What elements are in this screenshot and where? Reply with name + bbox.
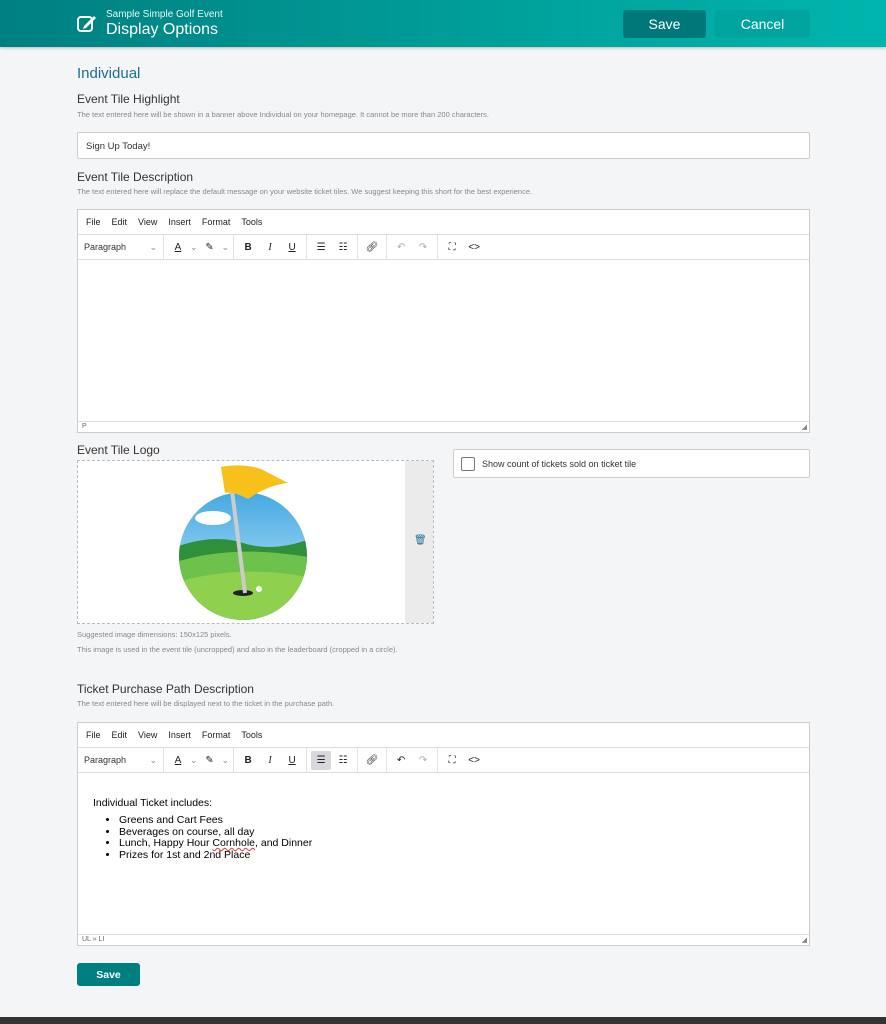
description-hint: The text entered here will replace the d… [77, 187, 533, 196]
chevron-down-icon: ⌄ [149, 241, 157, 252]
show-count-label: Show count of tickets sold on ticket til… [482, 458, 637, 469]
bullet-list-icon[interactable]: ☰ [311, 238, 331, 257]
element-path: UL » LI [82, 936, 105, 943]
logo-actions: 🗑︎ [405, 461, 433, 623]
list-item: Greens and Cart Fees [119, 814, 794, 827]
text-color-icon[interactable]: A [168, 238, 188, 257]
menu-view[interactable]: View [138, 730, 157, 740]
menu-file[interactable]: File [86, 217, 101, 227]
bold-icon[interactable]: B [238, 751, 258, 770]
purchase-hint: The text entered here will be displayed … [77, 699, 335, 708]
show-count-checkbox[interactable]: Show count of tickets sold on ticket til… [453, 449, 810, 478]
bullet-list-icon[interactable]: ☰ [311, 750, 332, 770]
highlight-color-icon[interactable]: ✎ [200, 751, 220, 770]
italic-icon[interactable]: I [260, 238, 280, 257]
menu-file[interactable]: File [86, 730, 101, 740]
menu-edit[interactable]: Edit [112, 730, 128, 740]
menu-format[interactable]: Format [202, 730, 231, 740]
purchase-editor[interactable]: File Edit View Insert Format Tools Paragraph ⌄… [77, 722, 810, 946]
bold-icon[interactable]: B [238, 238, 258, 257]
trash-icon[interactable]: 🗑︎ [414, 535, 427, 546]
save-button[interactable]: Save [623, 10, 706, 38]
edit-icon [77, 16, 96, 32]
highlight-color-icon[interactable]: ✎ [200, 238, 220, 257]
resize-handle[interactable]: ◢ [802, 423, 807, 431]
logo-label: Event Tile Logo [77, 443, 160, 457]
italic-icon[interactable]: I [260, 751, 280, 770]
menu-tools[interactable]: Tools [241, 730, 262, 740]
save-bottom-button[interactable]: Save [77, 963, 140, 986]
fullscreen-icon[interactable]: ⛶ [442, 238, 462, 257]
chevron-down-icon[interactable]: ⌄ [190, 755, 198, 766]
menu-insert[interactable]: Insert [168, 217, 191, 227]
menu-tools[interactable]: Tools [241, 217, 262, 227]
menu-insert[interactable]: Insert [168, 730, 191, 740]
highlight-input[interactable]: Sign Up Today! [77, 132, 810, 159]
block-format-select[interactable]: Paragraph ⌄ [78, 748, 164, 772]
bottom-bar [0, 1017, 886, 1024]
undo-icon[interactable]: ↶ [391, 751, 411, 770]
logo-upload[interactable]: 🗑︎ [77, 460, 434, 624]
block-format-value: Paragraph [84, 242, 127, 252]
section-title: Individual [77, 65, 141, 82]
menu-edit[interactable]: Edit [112, 217, 128, 227]
block-format-select[interactable]: Paragraph ⌄ [78, 235, 164, 259]
description-editor[interactable]: File Edit View Insert Format Tools Paragraph ⌄… [77, 209, 810, 433]
editor-statusbar: P [78, 421, 809, 432]
underline-icon[interactable]: U [282, 751, 302, 770]
logo-hint-usage: This image is used in the event tile (un… [77, 645, 398, 654]
header: Sample Simple Golf Event Display Options… [0, 0, 886, 47]
editor-toolbar: Paragraph ⌄ A ⌄ ✎ ⌄ BIU ☰ ☷ 🔗︎ ↶ ↷ ⛶ <> [78, 235, 809, 260]
fullscreen-icon[interactable]: ⛶ [442, 751, 462, 770]
golf-logo-image [179, 465, 307, 620]
chevron-down-icon[interactable]: ⌄ [222, 242, 230, 253]
misspelled-word: Cornhole [212, 837, 256, 849]
description-label: Event Tile Description [77, 170, 194, 184]
link-icon[interactable]: 🔗︎ [362, 238, 382, 257]
highlight-hint: The text entered here will be shown in a… [77, 110, 489, 119]
editor-statusbar: UL » LI [78, 934, 809, 945]
resize-handle[interactable]: ◢ [802, 936, 807, 944]
undo-icon[interactable]: ↶ [391, 238, 411, 257]
element-path: P [82, 423, 87, 430]
content-list: Greens and Cart Fees Beverages on course… [93, 814, 794, 862]
block-format-value: Paragraph [84, 755, 127, 765]
chevron-down-icon[interactable]: ⌄ [222, 755, 230, 766]
event-name: Sample Simple Golf Event [106, 9, 223, 20]
content-heading: Individual Ticket includes: [93, 797, 213, 809]
redo-icon[interactable]: ↷ [413, 751, 433, 770]
cancel-button[interactable]: Cancel [715, 10, 810, 38]
checkbox[interactable] [461, 456, 475, 471]
chevron-down-icon[interactable]: ⌄ [190, 242, 198, 253]
menu-format[interactable]: Format [202, 217, 231, 227]
source-code-icon[interactable]: <> [464, 238, 484, 257]
redo-icon[interactable]: ↷ [413, 238, 433, 257]
underline-icon[interactable]: U [282, 238, 302, 257]
logo-hint-dimensions: Suggested image dimensions: 150x125 pixe… [77, 630, 232, 639]
highlight-label: Event Tile Highlight [77, 92, 180, 106]
menu-view[interactable]: View [138, 217, 157, 227]
editor-menubar: File Edit View Insert Format Tools [78, 210, 809, 235]
text-color-icon[interactable]: A [168, 751, 188, 770]
link-icon[interactable]: 🔗︎ [362, 751, 382, 770]
editor-content[interactable]: Individual Ticket includes: Greens and C… [78, 773, 809, 885]
editor-menubar: File Edit View Insert Format Tools [78, 723, 809, 748]
chevron-down-icon: ⌄ [149, 754, 157, 765]
purchase-label: Ticket Purchase Path Description [77, 682, 254, 696]
editor-toolbar: Paragraph ⌄ A ⌄ ✎ ⌄ BIU ☰ ☷ 🔗︎ ↶ ↷ ⛶ <> [78, 748, 809, 773]
numbered-list-icon[interactable]: ☷ [333, 751, 353, 770]
page-title: Display Options [106, 21, 219, 38]
numbered-list-icon[interactable]: ☷ [333, 238, 353, 257]
list-item: Lunch, Happy Hour Cornhole, and Dinner [119, 837, 794, 850]
list-item: Prizes for 1st and 2nd Place [119, 849, 794, 862]
source-code-icon[interactable]: <> [464, 751, 484, 770]
